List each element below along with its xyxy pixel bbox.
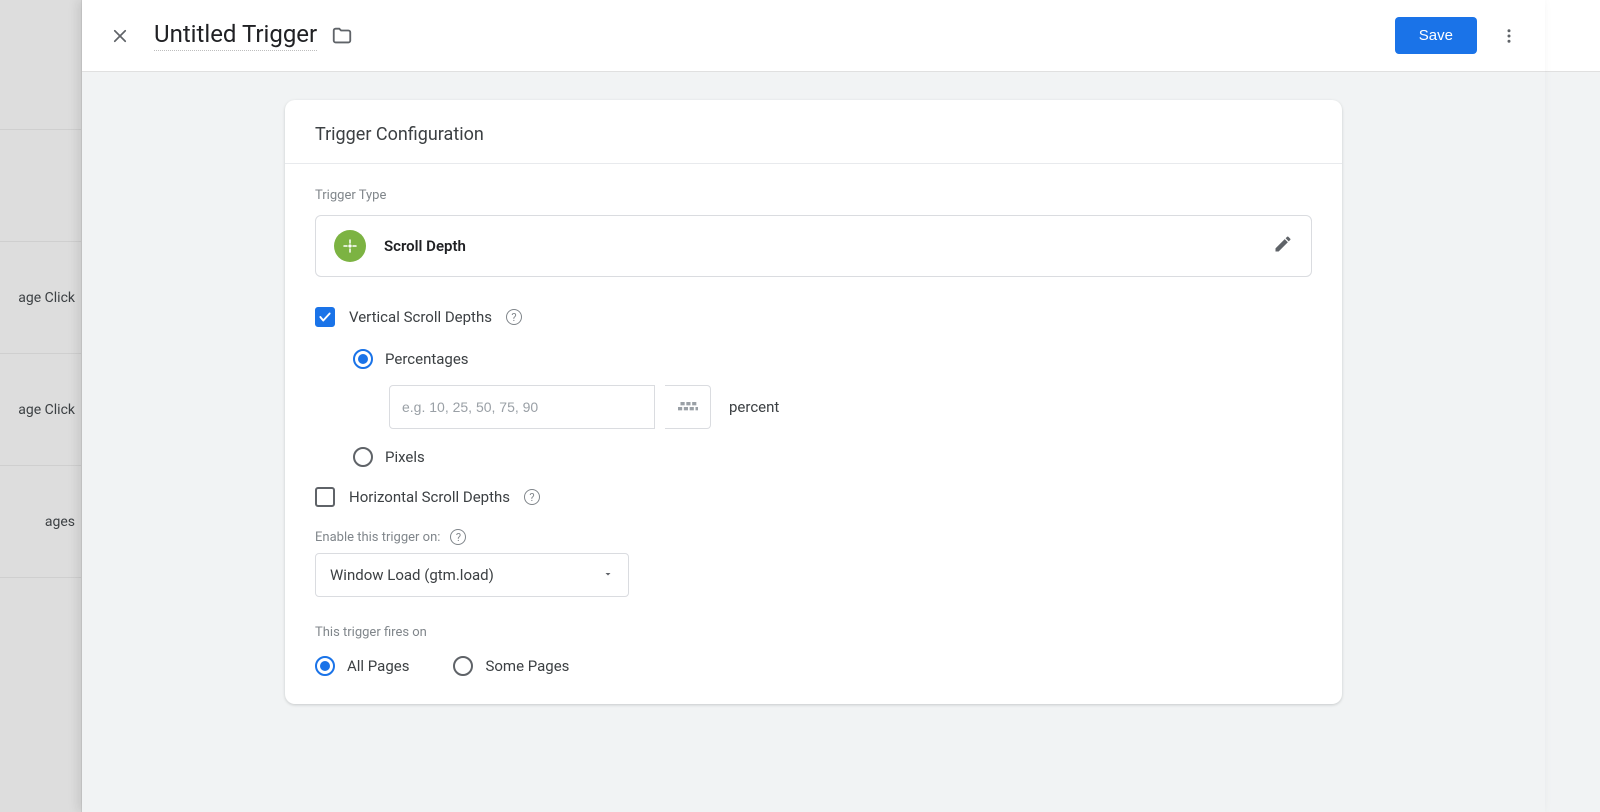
variable-picker-button[interactable] (665, 385, 711, 429)
percentages-radio[interactable] (353, 349, 373, 369)
chevron-down-icon (602, 566, 614, 584)
all-pages-radio[interactable] (315, 656, 335, 676)
folder-icon (331, 25, 353, 47)
percentages-label: Percentages (385, 350, 469, 368)
horizontal-scroll-row: Horizontal Scroll Depths ? (315, 487, 1312, 507)
help-icon[interactable]: ? (506, 309, 522, 325)
folder-button[interactable] (331, 25, 353, 47)
panel-header: Untitled Trigger Save (82, 0, 1545, 72)
close-button[interactable] (100, 16, 140, 56)
enable-trigger-value: Window Load (gtm.load) (330, 566, 494, 584)
scrim-header-block (0, 0, 81, 130)
all-pages-label: All Pages (347, 657, 409, 675)
scroll-depth-icon (334, 230, 366, 262)
scrim-row (0, 130, 81, 242)
close-icon (111, 27, 129, 45)
percentages-input[interactable] (389, 385, 655, 429)
percentages-input-row: percent (389, 385, 1312, 429)
pixels-radio-row: Pixels (353, 447, 1312, 467)
pencil-icon (1273, 234, 1293, 254)
card-title: Trigger Configuration (285, 100, 1342, 164)
scrim-row (0, 578, 81, 634)
enable-trigger-label: Enable this trigger on: (315, 530, 440, 545)
vertical-scroll-label: Vertical Scroll Depths (349, 308, 492, 326)
page-scrim: age Click age Click ages (0, 0, 82, 812)
more-menu-button[interactable] (1489, 16, 1529, 56)
horizontal-scroll-checkbox[interactable] (315, 487, 335, 507)
percentages-radio-row: Percentages (353, 349, 1312, 369)
scrim-row: age Click (0, 242, 81, 354)
pixels-label: Pixels (385, 448, 425, 466)
panel-overflow-right (1545, 0, 1600, 812)
trigger-type-selector[interactable]: Scroll Depth (315, 215, 1312, 277)
trigger-type-value: Scroll Depth (384, 237, 466, 255)
all-pages-row: All Pages (315, 656, 409, 676)
edit-trigger-type-button[interactable] (1273, 234, 1293, 258)
fires-on-label: This trigger fires on (315, 625, 1312, 640)
trigger-title[interactable]: Untitled Trigger (154, 20, 317, 51)
pixels-radio[interactable] (353, 447, 373, 467)
trigger-type-label: Trigger Type (315, 188, 1312, 203)
horizontal-scroll-label: Horizontal Scroll Depths (349, 488, 510, 506)
some-pages-radio[interactable] (453, 656, 473, 676)
some-pages-label: Some Pages (485, 657, 569, 675)
some-pages-row: Some Pages (453, 656, 569, 676)
trigger-config-card: Trigger Configuration Trigger Type Scrol… (285, 100, 1342, 704)
scrim-row: age Click (0, 354, 81, 466)
kebab-icon (1500, 27, 1518, 45)
trigger-slideover-panel: Untitled Trigger Save Trigger Configurat… (82, 0, 1545, 812)
help-icon[interactable]: ? (450, 529, 466, 545)
percent-unit-label: percent (729, 398, 779, 416)
save-button[interactable]: Save (1395, 17, 1477, 54)
vertical-scroll-checkbox[interactable] (315, 307, 335, 327)
scrim-row: ages (0, 466, 81, 578)
brick-icon (678, 400, 698, 414)
vertical-scroll-row: Vertical Scroll Depths ? (315, 307, 1312, 327)
help-icon[interactable]: ? (524, 489, 540, 505)
enable-trigger-select[interactable]: Window Load (gtm.load) (315, 553, 629, 597)
panel-body: Trigger Configuration Trigger Type Scrol… (82, 72, 1545, 812)
